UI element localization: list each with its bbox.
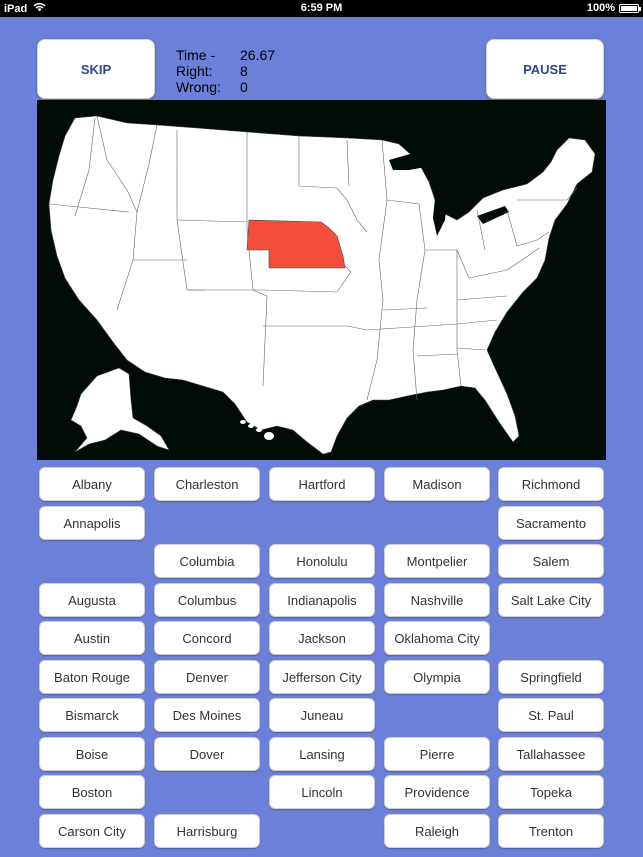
city-button[interactable]: Bismarck [39, 698, 145, 732]
stat-label: Time - [176, 47, 216, 63]
stat-value: 26.67 [240, 47, 276, 63]
city-button[interactable]: Boise [39, 737, 145, 771]
status-bar: iPad 6:59 PM 100% [0, 0, 643, 17]
city-button[interactable]: Lansing [269, 737, 375, 771]
stat-value: 0 [240, 79, 248, 95]
lake-huron [453, 176, 481, 208]
city-button[interactable]: Dover [154, 737, 260, 771]
alaska [70, 367, 170, 453]
status-time: 6:59 PM [300, 2, 343, 14]
city-button[interactable]: Oklahoma City [384, 621, 490, 655]
stat-label: Right: [176, 63, 213, 79]
city-button[interactable]: Salt Lake City [498, 583, 604, 617]
city-button[interactable]: Harrisburg [154, 814, 260, 848]
city-button[interactable]: Columbia [154, 544, 260, 578]
city-button[interactable]: Madison [384, 467, 490, 501]
city-button[interactable]: Augusta [39, 583, 145, 617]
city-button[interactable]: Carson City [39, 814, 145, 848]
city-button[interactable]: Des Moines [154, 698, 260, 732]
city-button[interactable]: Topeka [498, 775, 604, 809]
city-button[interactable]: Juneau [269, 698, 375, 732]
city-button[interactable]: Indianapolis [269, 583, 375, 617]
stat-time: Time - 26.67 [176, 47, 275, 63]
stats-panel: Time - 26.67 Right: 8 Wrong: 0 [176, 47, 275, 95]
city-button[interactable]: Columbus [154, 583, 260, 617]
battery-icon [619, 3, 641, 13]
city-button[interactable]: Baton Rouge [39, 660, 145, 694]
city-button[interactable]: Honolulu [269, 544, 375, 578]
skip-button[interactable]: SKIP [37, 39, 155, 99]
us-map-graphic [48, 115, 596, 455]
city-button[interactable]: Albany [39, 467, 145, 501]
city-button[interactable]: Hartford [269, 467, 375, 501]
city-button[interactable]: Richmond [498, 467, 604, 501]
city-button[interactable]: St. Paul [498, 698, 604, 732]
city-button[interactable]: Lincoln [269, 775, 375, 809]
battery-percent: 100% [586, 2, 615, 14]
city-button[interactable]: Springfield [498, 660, 604, 694]
stat-label: Wrong: [176, 79, 221, 95]
stat-right: Right: 8 [176, 63, 275, 79]
city-button[interactable]: Tallahassee [498, 737, 604, 771]
city-button[interactable]: Concord [154, 621, 260, 655]
stat-value: 8 [240, 63, 248, 79]
city-button[interactable]: Raleigh [384, 814, 490, 848]
city-button[interactable]: Salem [498, 544, 604, 578]
city-button[interactable]: Trenton [498, 814, 604, 848]
city-button[interactable]: Sacramento [498, 506, 604, 540]
city-button[interactable]: Charleston [154, 467, 260, 501]
pause-button[interactable]: PAUSE [486, 39, 604, 99]
city-button[interactable]: Boston [39, 775, 145, 809]
city-button[interactable]: Pierre [384, 737, 490, 771]
city-button[interactable]: Austin [39, 621, 145, 655]
city-button[interactable]: Denver [154, 660, 260, 694]
city-button[interactable]: Montpelier [384, 544, 490, 578]
city-button[interactable]: Olympia [384, 660, 490, 694]
city-button[interactable]: Providence [384, 775, 490, 809]
stat-wrong: Wrong: 0 [176, 79, 275, 95]
us-map [37, 100, 606, 460]
city-button[interactable]: Nashville [384, 583, 490, 617]
city-button[interactable]: Annapolis [39, 506, 145, 540]
city-button[interactable]: Jackson [269, 621, 375, 655]
city-button[interactable]: Jefferson City [269, 660, 375, 694]
